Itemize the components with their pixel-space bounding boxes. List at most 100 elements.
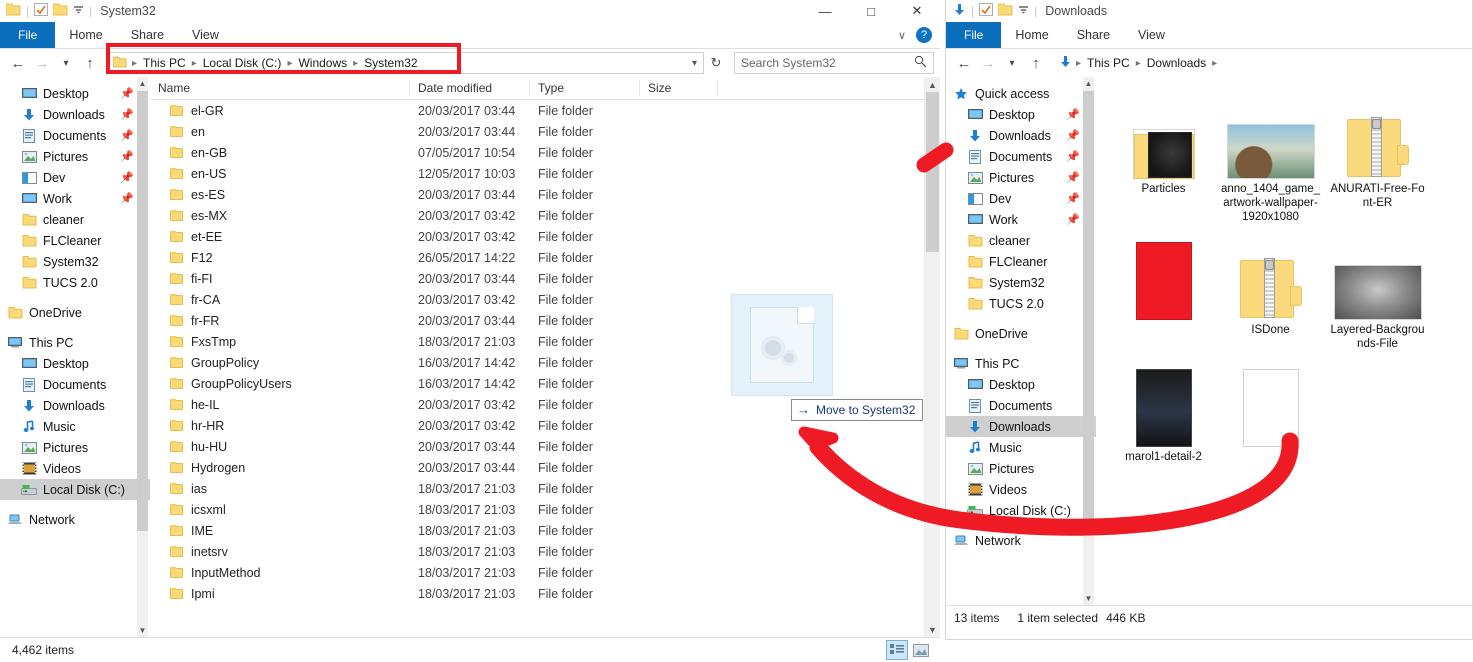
file-list-scrollbar[interactable]: ▲ ▼: [924, 77, 940, 637]
sidebar-item-dev[interactable]: Dev 📌: [0, 167, 150, 188]
sidebar-item-music[interactable]: Music: [946, 437, 1096, 458]
file-name-cell[interactable]: fr-CA: [150, 293, 410, 307]
nav-scroll-up-icon[interactable]: ▲: [137, 77, 148, 90]
properties-icon[interactable]: [34, 3, 49, 19]
left-window-controls[interactable]: — □ ✕: [802, 0, 940, 22]
sidebar-item-downloads[interactable]: Downloads: [0, 395, 150, 416]
details-view-icon[interactable]: [886, 640, 908, 660]
list-item[interactable]: Layered-Backgrounds-File: [1324, 228, 1431, 355]
file-name-cell[interactable]: GroupPolicyUsers: [150, 377, 410, 391]
breadcrumb[interactable]: ▸ This PC ▸ Downloads ▸: [1075, 56, 1218, 70]
right-navigation-pane[interactable]: Quick access Desktop 📌 Downloads 📌 Documents 📌…: [946, 77, 1096, 605]
scroll-up-icon[interactable]: ▲: [926, 77, 939, 92]
file-name-cell[interactable]: IME: [150, 524, 410, 538]
large-icons-view-icon[interactable]: [910, 640, 932, 660]
table-row[interactable]: en-US 12/05/2017 10:03 File folder: [150, 163, 940, 184]
column-header-date[interactable]: Date modified: [410, 80, 530, 96]
breadcrumb-sep-1[interactable]: ▸: [1135, 58, 1142, 69]
tab-home[interactable]: Home: [1001, 22, 1062, 48]
list-item[interactable]: anno_1404_game_artwork-wallpaper-1920x10…: [1217, 87, 1324, 228]
table-row[interactable]: icsxml 18/03/2017 21:03 File folder: [150, 499, 940, 520]
search-icon[interactable]: [914, 55, 927, 71]
tab-file[interactable]: File: [946, 22, 1002, 48]
file-name-cell[interactable]: el-GR: [150, 104, 410, 118]
file-name-cell[interactable]: en: [150, 125, 410, 139]
sidebar-item-system32[interactable]: System32: [946, 272, 1096, 293]
sidebar-item-work[interactable]: Work 📌: [0, 188, 150, 209]
tab-file[interactable]: File: [0, 22, 56, 48]
tab-view[interactable]: View: [1124, 22, 1179, 48]
pin-icon[interactable]: 📌: [1066, 192, 1080, 205]
sidebar-item-desktop[interactable]: Desktop 📌: [0, 83, 150, 104]
table-row[interactable]: es-ES 20/03/2017 03:44 File folder: [150, 184, 940, 205]
sidebar-item-work[interactable]: Work 📌: [946, 209, 1096, 230]
table-row[interactable]: F12 26/05/2017 14:22 File folder: [150, 247, 940, 268]
view-toggle-group[interactable]: [886, 640, 940, 660]
sidebar-item-downloads[interactable]: Downloads: [946, 416, 1096, 437]
sidebar-item-pictures[interactable]: Pictures: [946, 458, 1096, 479]
tab-share[interactable]: Share: [1063, 22, 1124, 48]
sidebar-item-onedrive[interactable]: OneDrive: [946, 323, 1096, 344]
table-row[interactable]: inetsrv 18/03/2017 21:03 File folder: [150, 541, 940, 562]
file-name-cell[interactable]: ias: [150, 482, 410, 496]
file-name-cell[interactable]: he-IL: [150, 398, 410, 412]
pin-icon[interactable]: 📌: [120, 108, 134, 121]
file-name-cell[interactable]: hu-HU: [150, 440, 410, 454]
sidebar-item-documents[interactable]: Documents 📌: [0, 125, 150, 146]
table-row[interactable]: InputMethod 18/03/2017 21:03 File folder: [150, 562, 940, 583]
list-item[interactable]: [1217, 355, 1324, 468]
column-headers[interactable]: Name Date modified Type Size: [150, 77, 940, 100]
list-item[interactable]: [1110, 228, 1217, 355]
file-name-cell[interactable]: InputMethod: [150, 566, 410, 580]
properties-icon[interactable]: [979, 3, 994, 19]
file-name-cell[interactable]: icsxml: [150, 503, 410, 517]
sidebar-item-pictures[interactable]: Pictures 📌: [946, 167, 1096, 188]
pin-icon[interactable]: 📌: [1066, 213, 1080, 226]
table-row[interactable]: et-EE 20/03/2017 03:42 File folder: [150, 226, 940, 247]
ribbon-collapse-icon[interactable]: ∨: [898, 29, 906, 42]
quick-access-toolbar[interactable]: | |: [5, 3, 92, 19]
sidebar-item-desktop[interactable]: Desktop: [946, 374, 1096, 395]
sidebar-item-documents[interactable]: Documents 📌: [946, 146, 1096, 167]
nav-scroll-down-icon[interactable]: ▼: [137, 624, 148, 637]
table-row[interactable]: el-GR 20/03/2017 03:44 File folder: [150, 100, 940, 121]
sidebar-item-this-pc[interactable]: This PC: [946, 353, 1096, 374]
breadcrumb-downloads[interactable]: Downloads: [1142, 56, 1211, 70]
sidebar-item-videos[interactable]: Videos: [0, 458, 150, 479]
close-button[interactable]: ✕: [894, 0, 940, 22]
file-name-cell[interactable]: F12: [150, 251, 410, 265]
sidebar-item-quick-access[interactable]: Quick access: [946, 83, 1096, 104]
address-bar[interactable]: ▸ This PC ▸ Downloads ▸: [1052, 52, 1466, 74]
table-row[interactable]: fi-FI 20/03/2017 03:44 File folder: [150, 268, 940, 289]
refresh-button[interactable]: ↻: [704, 51, 728, 75]
downloads-icon-view[interactable]: Particles anno_1404_game_artwork-wallpape…: [1096, 77, 1472, 605]
sidebar-item-local-disk-c[interactable]: Local Disk (C:): [946, 500, 1096, 521]
sidebar-item-cleaner[interactable]: cleaner: [0, 209, 150, 230]
sidebar-item-desktop[interactable]: Desktop: [0, 353, 150, 374]
list-item[interactable]: ISDone: [1217, 228, 1324, 355]
up-button[interactable]: ↑: [78, 51, 102, 75]
table-row[interactable]: Ipmi 18/03/2017 21:03 File folder: [150, 583, 940, 604]
table-row[interactable]: IME 18/03/2017 21:03 File folder: [150, 520, 940, 541]
new-folder-icon[interactable]: [997, 3, 1013, 19]
sidebar-item-pictures[interactable]: Pictures 📌: [0, 146, 150, 167]
back-button[interactable]: ←: [6, 51, 30, 75]
nav-scrollbar-thumb[interactable]: [137, 91, 148, 531]
sidebar-item-tucs-2-0[interactable]: TUCS 2.0: [946, 293, 1096, 314]
file-name-cell[interactable]: GroupPolicy: [150, 356, 410, 370]
pin-icon[interactable]: 📌: [1066, 129, 1080, 142]
nav-pane-scrollbar[interactable]: ▲ ▼: [137, 77, 148, 637]
sidebar-item-tucs-2-0[interactable]: TUCS 2.0: [0, 272, 150, 293]
file-name-cell[interactable]: hr-HR: [150, 419, 410, 433]
column-header-name[interactable]: Name: [150, 80, 410, 96]
sidebar-item-network[interactable]: Network: [0, 509, 150, 530]
up-button[interactable]: ↑: [1024, 51, 1048, 75]
nav-scrollbar-thumb[interactable]: [1083, 91, 1094, 521]
file-name-cell[interactable]: Ipmi: [150, 587, 410, 601]
file-name-cell[interactable]: en-GB: [150, 146, 410, 160]
sidebar-item-dev[interactable]: Dev 📌: [946, 188, 1096, 209]
forward-button[interactable]: →: [30, 51, 54, 75]
file-name-cell[interactable]: es-ES: [150, 188, 410, 202]
table-row[interactable]: en 20/03/2017 03:44 File folder: [150, 121, 940, 142]
sidebar-item-pictures[interactable]: Pictures: [0, 437, 150, 458]
